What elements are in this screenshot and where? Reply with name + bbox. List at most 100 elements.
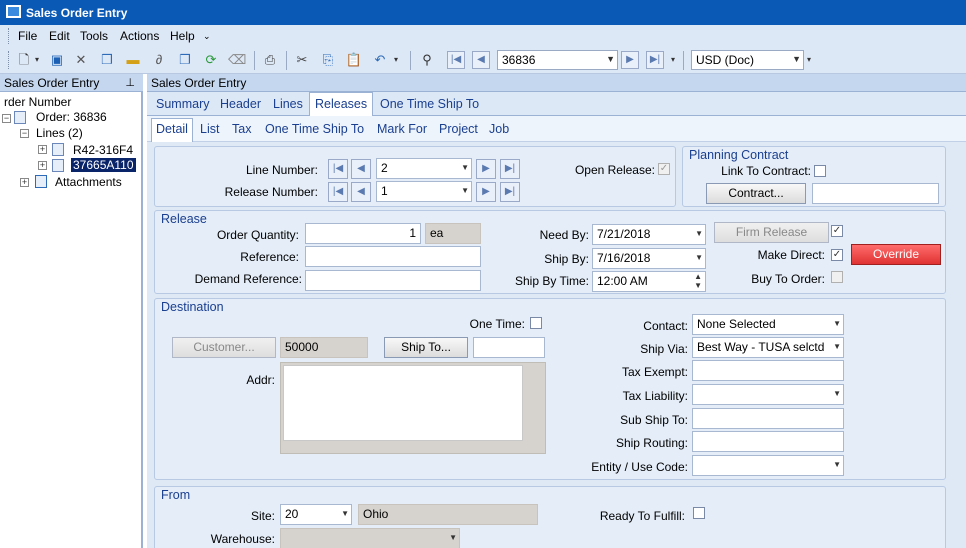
contact-field[interactable]: None Selected ▼ bbox=[692, 314, 844, 335]
first-release-button[interactable]: |◀ bbox=[328, 182, 348, 202]
delete-icon[interactable]: ✕ bbox=[72, 51, 90, 69]
subtab-one-time-ship-to[interactable]: One Time Ship To bbox=[265, 122, 364, 136]
folder-icon[interactable]: ▬ bbox=[124, 51, 142, 69]
one-time-checkbox[interactable] bbox=[530, 317, 542, 329]
subtab-job[interactable]: Job bbox=[489, 122, 509, 136]
ready-to-fulfill-checkbox[interactable] bbox=[693, 507, 705, 519]
menu-actions[interactable]: Actions bbox=[120, 29, 159, 43]
subtab-list[interactable]: List bbox=[200, 122, 219, 136]
next-release-button[interactable]: ▶ bbox=[476, 182, 496, 202]
save-icon[interactable]: ▣ bbox=[48, 51, 66, 69]
next-line-button[interactable]: ▶ bbox=[476, 159, 496, 179]
prev-line-button[interactable]: ◀ bbox=[351, 159, 371, 179]
warehouse-field[interactable]: ▼ bbox=[280, 528, 460, 548]
reference-field[interactable] bbox=[305, 246, 481, 267]
tree-root[interactable]: rder Number bbox=[4, 95, 71, 109]
cut-icon[interactable]: ✂ bbox=[293, 51, 311, 69]
eraser-icon[interactable]: ⌫ bbox=[228, 51, 246, 69]
firm-release-button[interactable]: Firm Release bbox=[714, 222, 829, 243]
copy-doc-icon[interactable]: ❐ bbox=[176, 51, 194, 69]
tab-lines[interactable]: Lines bbox=[273, 97, 303, 111]
release-number-field[interactable]: 1 ▼ bbox=[376, 181, 472, 202]
site-field[interactable]: 20 ▼ bbox=[280, 504, 352, 525]
tab-releases[interactable]: Releases bbox=[309, 92, 374, 116]
sub-ship-to-field[interactable] bbox=[692, 408, 844, 429]
currency-combo[interactable]: USD (Doc) ▼ bbox=[691, 50, 804, 70]
entity-use-code-field[interactable]: ▼ bbox=[692, 455, 844, 476]
menu-bar: File Edit Tools Actions Help ⌄ bbox=[0, 25, 966, 47]
book-icon[interactable]: ❒ bbox=[98, 51, 116, 69]
ship-by-time-field[interactable]: 12:00 AM ▲ ▼ bbox=[592, 271, 706, 292]
customer-button[interactable]: Customer... bbox=[172, 337, 276, 358]
first-record-button[interactable]: |◀ bbox=[447, 51, 465, 69]
undo-dropdown-icon[interactable]: ▾ bbox=[392, 51, 400, 69]
line-number-field[interactable]: 2 ▼ bbox=[376, 158, 472, 179]
subtab-project[interactable]: Project bbox=[439, 122, 478, 136]
need-by-field[interactable]: 7/21/2018 ▼ bbox=[592, 224, 706, 245]
subtab-tax[interactable]: Tax bbox=[232, 122, 251, 136]
next-record-button[interactable]: ▶ bbox=[621, 51, 639, 69]
tree-order[interactable]: Order: 36836 bbox=[36, 110, 107, 124]
currency-dropdown-icon[interactable]: ▾ bbox=[805, 51, 813, 69]
expand-icon[interactable]: + bbox=[20, 178, 29, 187]
refresh-icon[interactable]: ⟳ bbox=[202, 51, 220, 69]
buy-to-order-checkbox[interactable] bbox=[831, 271, 843, 283]
menu-file[interactable]: File bbox=[18, 29, 37, 43]
tab-header[interactable]: Header bbox=[220, 97, 261, 111]
prev-release-button[interactable]: ◀ bbox=[351, 182, 371, 202]
make-direct-checkbox[interactable]: ✓ bbox=[831, 249, 843, 261]
prev-record-button[interactable]: ◀ bbox=[472, 51, 490, 69]
link-to-contract-checkbox[interactable] bbox=[814, 165, 826, 177]
last-record-button[interactable]: ▶| bbox=[646, 51, 664, 69]
new-dropdown-icon[interactable]: ▾ bbox=[33, 51, 41, 69]
expand-icon[interactable]: + bbox=[38, 145, 47, 154]
tab-one-time-ship-to[interactable]: One Time Ship To bbox=[380, 97, 479, 111]
last-line-button[interactable]: ▶| bbox=[500, 159, 520, 179]
tree-attachments[interactable]: Attachments bbox=[55, 175, 122, 189]
open-release-checkbox[interactable]: ✓ bbox=[658, 163, 670, 175]
firm-release-checkbox[interactable]: ✓ bbox=[831, 225, 843, 237]
ship-routing-field[interactable] bbox=[692, 431, 844, 452]
pin-icon[interactable]: ⊥ bbox=[125, 76, 135, 89]
collapse-icon[interactable]: − bbox=[2, 114, 11, 123]
tree-line-item-selected[interactable]: 37665A110 bbox=[71, 158, 136, 172]
tree-lines[interactable]: Lines (2) bbox=[36, 126, 83, 140]
collapse-icon[interactable]: − bbox=[20, 129, 29, 138]
override-button[interactable]: Override bbox=[851, 244, 941, 265]
ship-to-field[interactable] bbox=[473, 337, 545, 358]
attach-icon[interactable]: ∂ bbox=[150, 51, 168, 69]
copy-icon[interactable]: ⎘ bbox=[319, 51, 337, 69]
last-release-button[interactable]: ▶| bbox=[500, 182, 520, 202]
ship-via-field[interactable]: Best Way - TUSA selctd ▼ bbox=[692, 337, 844, 358]
spin-down-icon[interactable]: ▼ bbox=[694, 281, 702, 290]
ship-to-button[interactable]: Ship To... bbox=[384, 337, 468, 358]
contract-field[interactable] bbox=[812, 183, 939, 204]
ship-by-field[interactable]: 7/16/2018 ▼ bbox=[592, 248, 706, 269]
new-icon[interactable]: 🗋 bbox=[15, 51, 33, 69]
spin-up-icon[interactable]: ▲ bbox=[694, 272, 702, 281]
menu-help[interactable]: Help bbox=[170, 29, 195, 43]
line-icon bbox=[52, 143, 64, 156]
print-icon[interactable]: ⎙ bbox=[261, 51, 279, 69]
addr-textarea[interactable] bbox=[283, 365, 523, 441]
subtab-detail[interactable]: Detail bbox=[151, 118, 193, 142]
tab-summary[interactable]: Summary bbox=[156, 97, 209, 111]
tax-exempt-field[interactable] bbox=[692, 360, 844, 381]
contract-button[interactable]: Contract... bbox=[706, 183, 806, 204]
order-number-combo[interactable]: 36836 ▼ bbox=[497, 50, 618, 70]
search-icon[interactable]: ⚲ bbox=[418, 51, 436, 69]
menu-overflow-icon[interactable]: ⌄ bbox=[203, 31, 211, 42]
expand-icon[interactable]: + bbox=[38, 161, 47, 170]
demand-reference-field[interactable] bbox=[305, 270, 481, 291]
menu-tools[interactable]: Tools bbox=[80, 29, 108, 43]
undo-icon[interactable]: ↶ bbox=[371, 51, 389, 69]
menu-edit[interactable]: Edit bbox=[49, 29, 70, 43]
nav-dropdown-icon[interactable]: ▾ bbox=[669, 51, 677, 69]
paste-icon[interactable]: 📋 bbox=[345, 51, 363, 69]
tree-line-item[interactable]: R42-316F4 bbox=[73, 143, 133, 157]
subtab-mark-for[interactable]: Mark For bbox=[377, 122, 427, 136]
order-quantity-field[interactable]: 1 bbox=[305, 223, 421, 244]
ready-to-fulfill-label: Ready To Fulfill: bbox=[599, 509, 685, 523]
tax-liability-field[interactable]: ▼ bbox=[692, 384, 844, 405]
first-line-button[interactable]: |◀ bbox=[328, 159, 348, 179]
